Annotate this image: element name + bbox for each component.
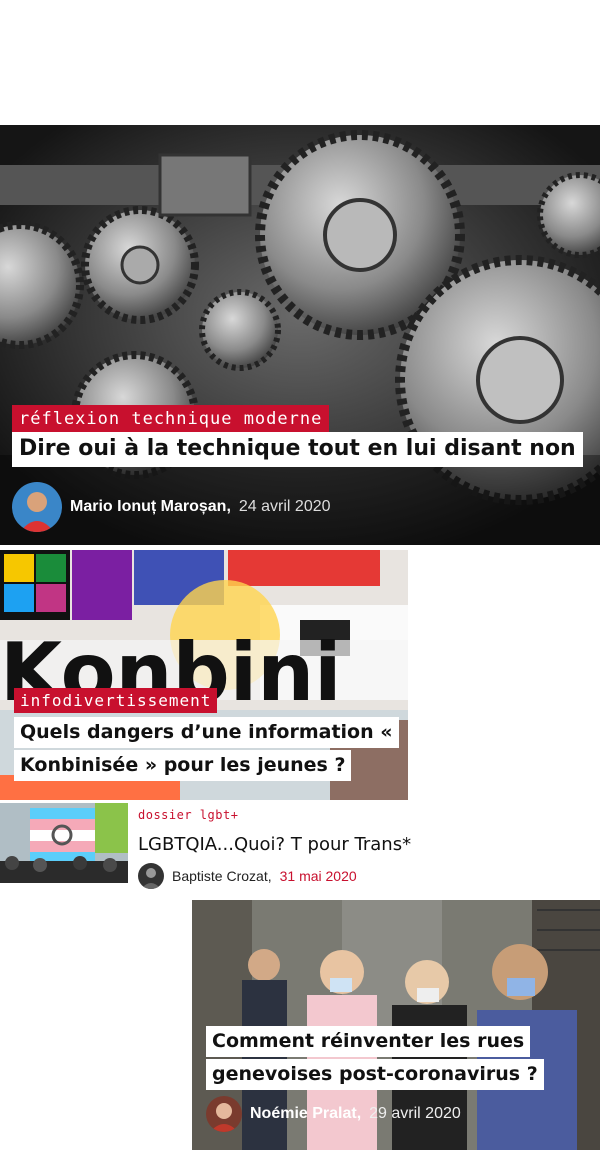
author-byline: Mario Ionuț Maroșan, 24 avril 2020 (12, 482, 331, 532)
publish-date: 24 avril 2020 (238, 498, 331, 515)
author-byline: Noémie Pralat, 29 avril 2020 (206, 1096, 461, 1132)
author-name[interactable]: Baptiste Crozat, (172, 868, 272, 884)
author-avatar[interactable] (138, 863, 164, 889)
category-tag[interactable]: réflexion technique moderne (12, 405, 330, 433)
publish-date: 31 mai 2020 (279, 868, 357, 884)
article-title-line-1[interactable]: Comment réinventer les rues (206, 1026, 531, 1057)
author-name[interactable]: Mario Ionuț Maroșan, (70, 498, 231, 516)
article-list-item-lgbt[interactable]: dossier lgbt+ LGBTQIA...Quoi? T pour Tra… (0, 803, 420, 889)
article-title[interactable]: Dire oui à la technique tout en lui disa… (12, 432, 583, 467)
article-title-line-2[interactable]: Konbinisée » pour les jeunes ? (14, 750, 352, 781)
article-card-geneva[interactable]: Comment réinventer les rues genevoises p… (192, 900, 600, 1150)
publish-date: 29 avril 2020 (369, 1105, 461, 1122)
article-card-konbini[interactable]: Konbini infodivertissement Quels dangers… (0, 550, 408, 800)
article-title-line-1[interactable]: Quels dangers d’une information « (14, 717, 399, 748)
category-tag[interactable]: dossier lgbt+ (138, 808, 238, 822)
article-title-line-2[interactable]: genevoises post-coronavirus ? (206, 1059, 544, 1090)
author-avatar[interactable] (206, 1096, 242, 1132)
category-tag[interactable]: infodivertissement (14, 688, 218, 713)
author-name[interactable]: Noémie Pralat, (250, 1105, 361, 1123)
article-thumbnail[interactable] (0, 803, 128, 883)
article-card-technique[interactable]: réflexion technique moderne Dire oui à l… (0, 125, 600, 545)
article-title[interactable]: LGBTQIA...Quoi? T pour Trans* (138, 834, 411, 855)
author-avatar[interactable] (12, 482, 62, 532)
author-byline: Baptiste Crozat, 31 mai 2020 (138, 863, 357, 889)
